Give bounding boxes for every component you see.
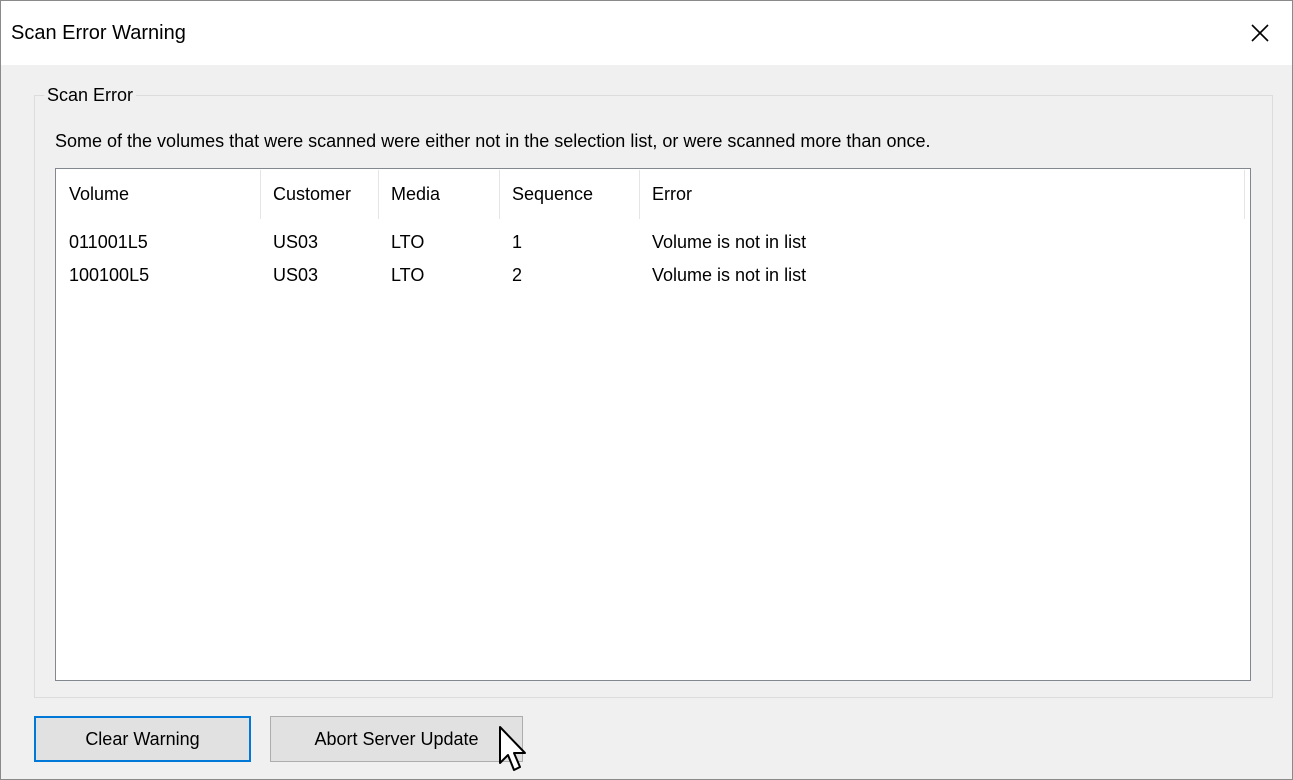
- column-header-customer[interactable]: Customer: [261, 170, 379, 219]
- table-row[interactable]: 011001L5 US03 LTO 1 Volume is not in lis…: [57, 226, 1245, 259]
- cell-sequence: 2: [512, 265, 523, 285]
- cell-sequence: 1: [512, 232, 523, 252]
- clear-warning-button[interactable]: Clear Warning: [34, 716, 251, 762]
- scan-error-dialog: Scan Error Warning Scan Error Some of th…: [0, 0, 1293, 780]
- list-header: Volume Customer Media Sequence Error: [57, 170, 1245, 219]
- cell-error: Volume is not in list: [652, 232, 807, 252]
- cell-error: Volume is not in list: [652, 265, 807, 285]
- cell-volume: 011001L5: [69, 232, 148, 252]
- cell-volume: 100100L5: [69, 265, 150, 285]
- column-header-media[interactable]: Media: [379, 170, 500, 219]
- column-header-volume[interactable]: Volume: [57, 170, 261, 219]
- title-bar: Scan Error Warning: [1, 1, 1292, 65]
- error-message: Some of the volumes that were scanned we…: [55, 131, 931, 151]
- column-header-sequence[interactable]: Sequence: [500, 170, 640, 219]
- table-row[interactable]: 100100L5 US03 LTO 2 Volume is not in lis…: [57, 259, 1245, 292]
- mouse-pointer-icon: [499, 726, 526, 771]
- cell-customer: US03: [273, 265, 319, 285]
- abort-server-update-button[interactable]: Abort Server Update: [270, 716, 523, 762]
- column-header-error[interactable]: Error: [640, 170, 1245, 219]
- close-icon: [1251, 24, 1269, 42]
- groupbox-legend: Scan Error: [44, 84, 137, 106]
- cell-media: LTO: [391, 265, 425, 285]
- close-button[interactable]: [1232, 1, 1292, 65]
- cell-media: LTO: [391, 232, 425, 252]
- scan-error-list[interactable]: Volume Customer Media Sequence Error 011…: [55, 168, 1251, 681]
- cell-customer: US03: [273, 232, 319, 252]
- window-title: Scan Error Warning: [11, 22, 186, 44]
